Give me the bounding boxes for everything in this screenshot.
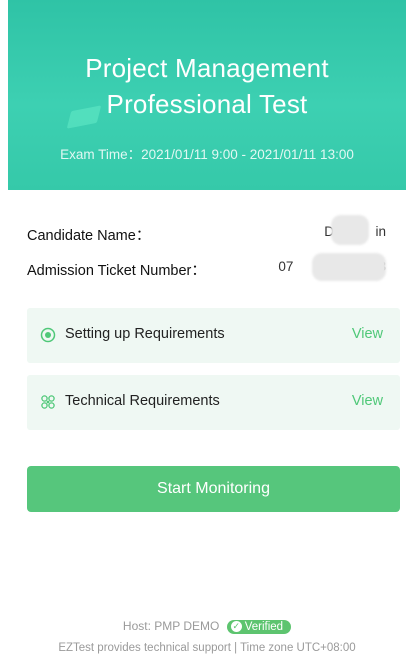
- privacy-blur: [331, 215, 369, 245]
- host-text: Host: PMP DEMO: [122, 619, 220, 633]
- check-icon: ✓: [230, 621, 242, 633]
- technical-view-link[interactable]: View: [352, 393, 383, 409]
- gear-network-icon: [41, 395, 55, 409]
- setting-up-requirements-label: Setting up Requirements: [65, 326, 225, 342]
- setting-up-view-link[interactable]: View: [352, 326, 383, 342]
- exam-title-line1: Project Management: [85, 53, 329, 83]
- privacy-blur: [312, 253, 386, 281]
- verified-badge: ✓ Verified: [226, 619, 292, 634]
- exam-title: Project Management Professional Test: [8, 50, 406, 122]
- verified-label: Verified: [244, 620, 284, 633]
- exam-header: Project Management Professional Test Exa…: [8, 0, 406, 190]
- radio-target-icon: [40, 327, 56, 343]
- start-monitoring-button[interactable]: Start Monitoring: [27, 466, 400, 512]
- setting-up-requirements-card[interactable]: Setting up Requirements View: [27, 308, 400, 363]
- exam-time: Exam Time：2021/01/11 9:00 - 2021/01/11 1…: [60, 147, 354, 162]
- host-line: Host: PMP DEMO ✓ Verified: [0, 619, 414, 634]
- support-text: EZTest provides technical support | Time…: [58, 642, 356, 654]
- ticket-number-start: 07: [278, 259, 294, 274]
- candidate-name-label: Candidate Name：: [27, 228, 151, 244]
- ticket-number-label: Admission Ticket Number：: [27, 263, 206, 279]
- technical-requirements-label: Technical Requirements: [65, 393, 220, 409]
- exam-title-line2: Professional Test: [106, 89, 308, 119]
- candidate-name-end: in: [375, 224, 386, 239]
- technical-requirements-card[interactable]: Technical Requirements View: [27, 375, 400, 430]
